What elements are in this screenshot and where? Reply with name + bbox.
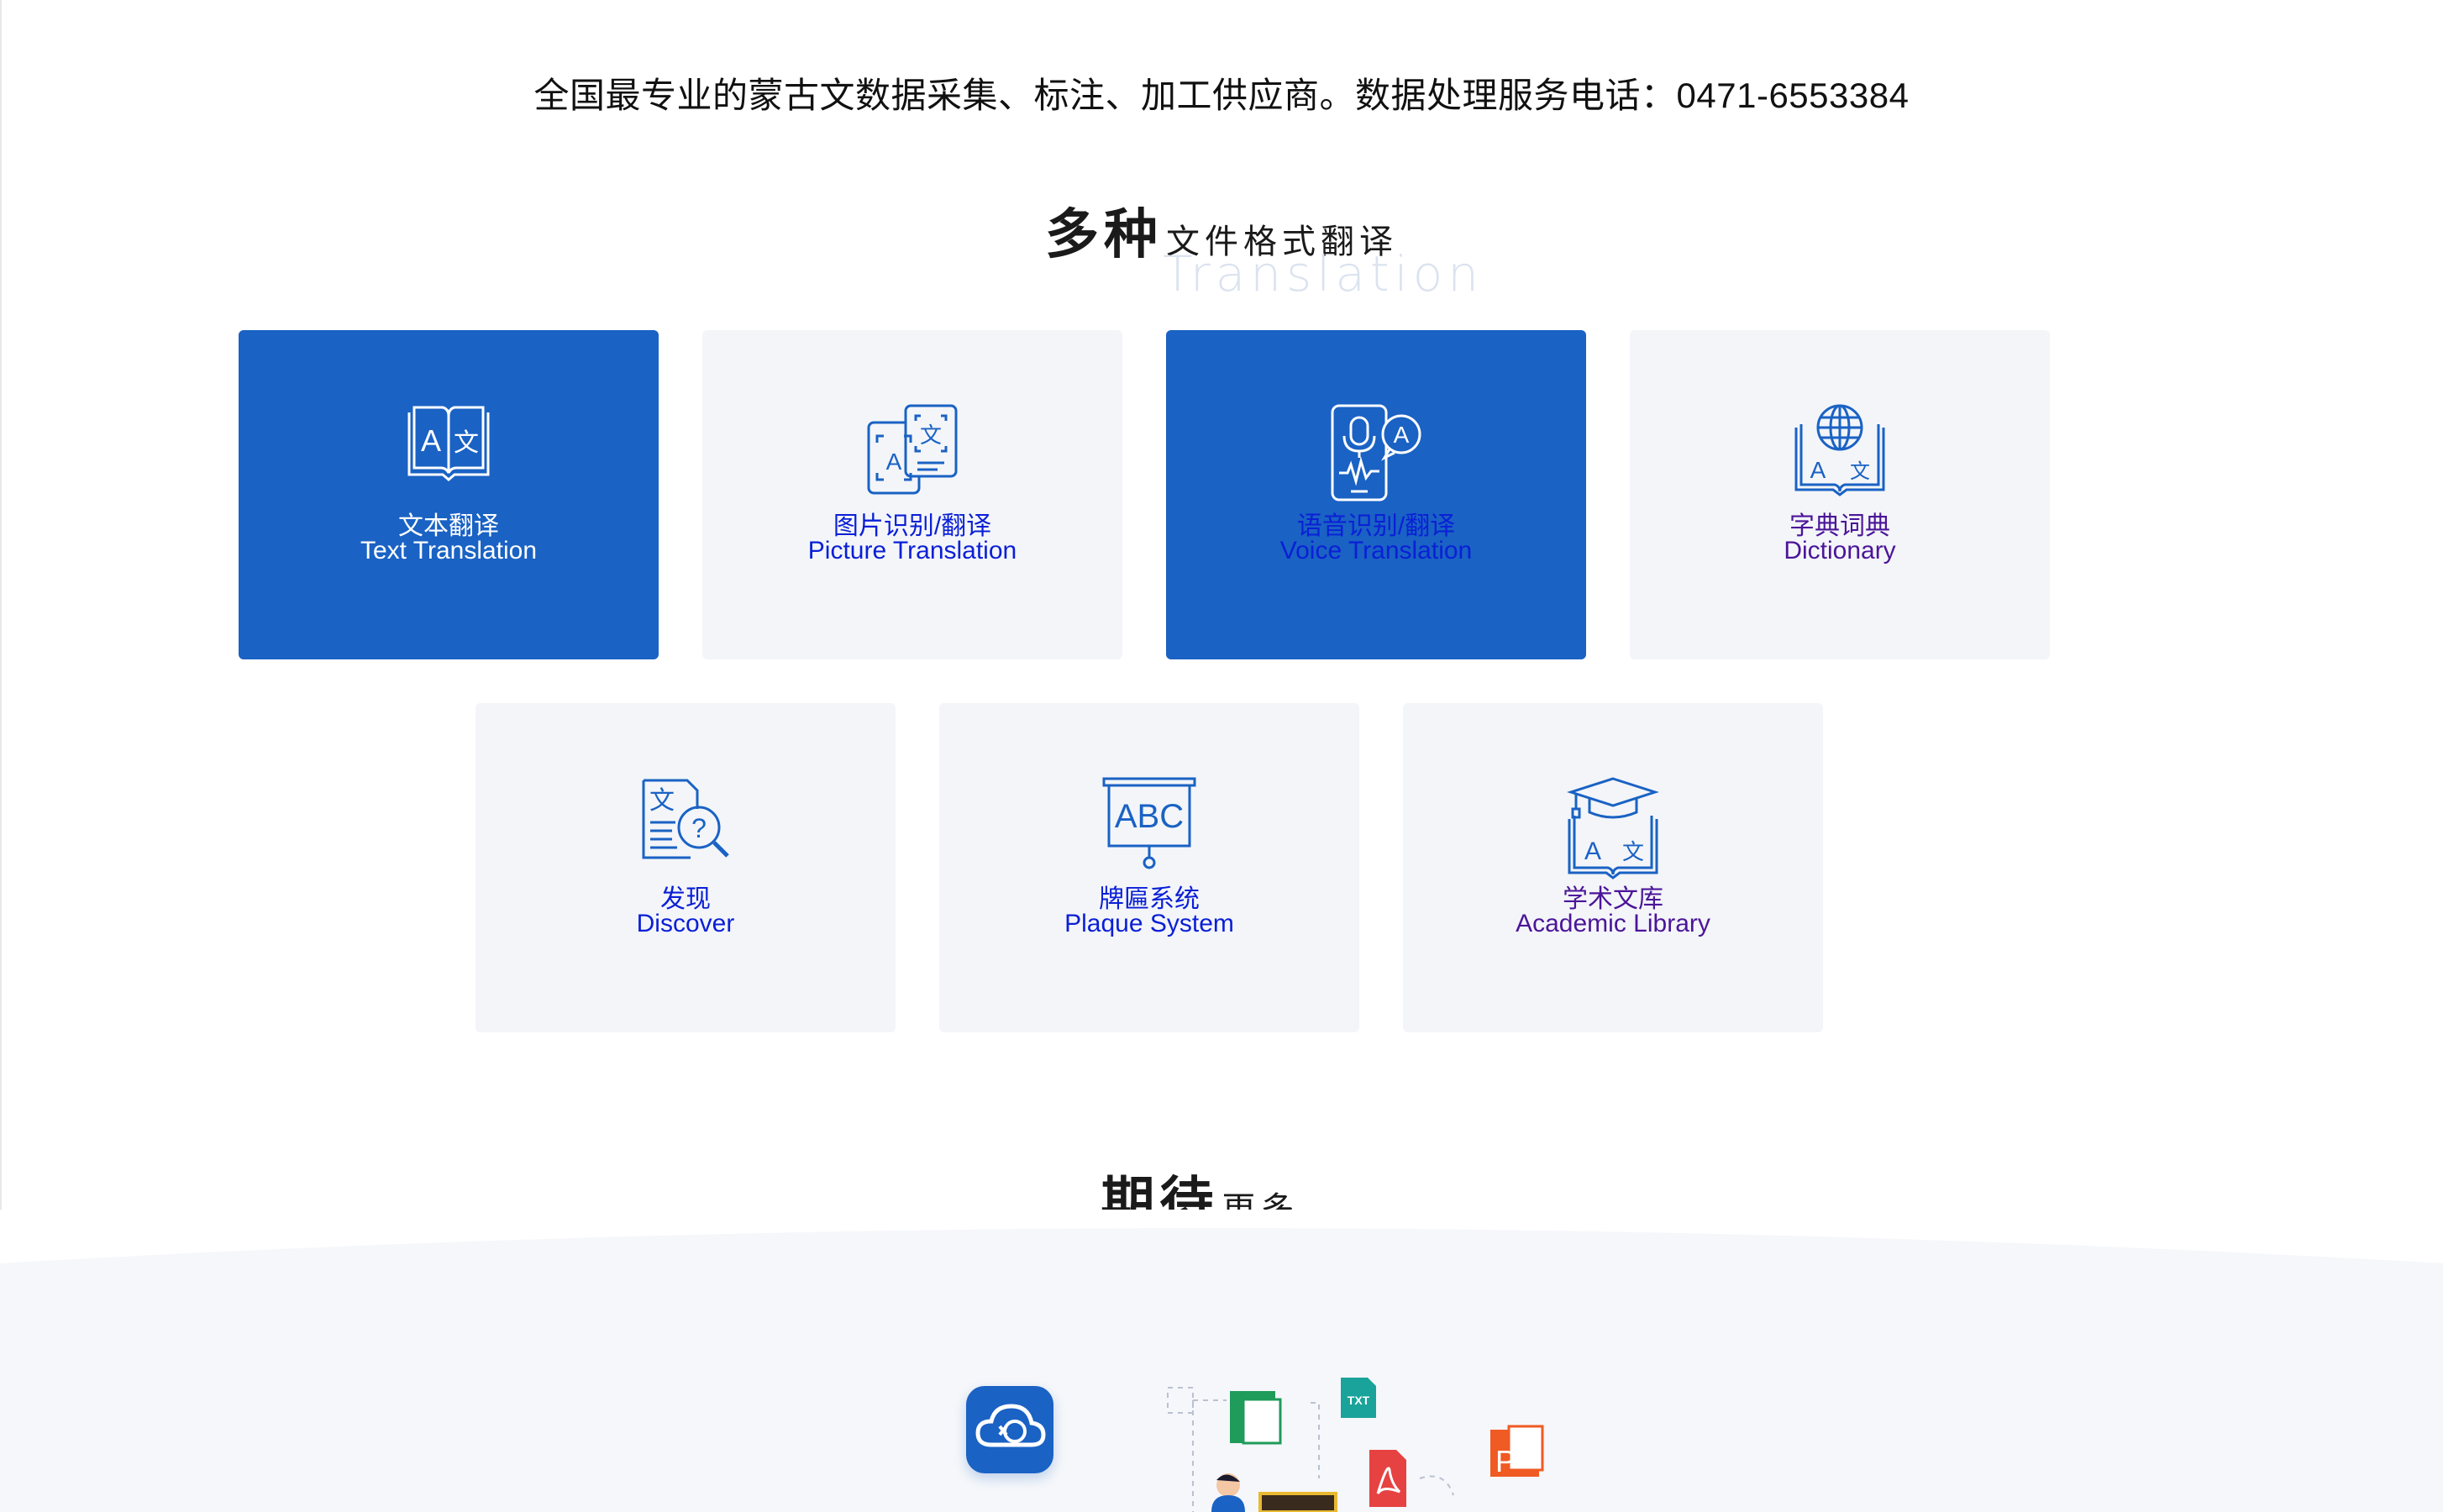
book-translate-icon: A 文: [407, 406, 490, 481]
svg-text:A: A: [1584, 837, 1601, 865]
file-flow-illustration: X TXT P: [1167, 1378, 1544, 1512]
cloud-service-icon: [966, 1386, 1053, 1473]
card-academic-library[interactable]: A 文 学术文库 Academic Library: [1403, 703, 1823, 1032]
contact-banner: 全国最专业的蒙古文数据采集、标注、加工供应商。数据处理服务电话：0471-655…: [533, 76, 1910, 115]
svg-text:X: X: [1245, 1409, 1266, 1444]
svg-text:A: A: [421, 423, 441, 458]
svg-text:A: A: [1810, 457, 1826, 483]
card-text-translation[interactable]: A 文 文本翻译 Text Translation: [239, 330, 659, 659]
card-plaque-system[interactable]: ABC 牌匾系统 Plaque System: [939, 703, 1359, 1032]
discover-icon: 文 ?: [642, 779, 729, 859]
voice-translate-icon: A: [1331, 404, 1421, 501]
card-voice-translation[interactable]: A 语音识别/翻译 Voice Translation: [1166, 330, 1586, 659]
svg-text:A: A: [1394, 422, 1410, 448]
plaque-icon: ABC: [1102, 777, 1196, 869]
ppt-icon: P: [1490, 1425, 1544, 1478]
card-title-en: Plaque System: [1064, 910, 1234, 937]
card-picture-translation[interactable]: A 文 图片识别/翻译 Picture Translation: [702, 330, 1122, 659]
svg-text:文: 文: [649, 786, 675, 816]
card-title-en: Voice Translation: [1279, 537, 1473, 564]
heading-watermark: Translation: [1163, 245, 1484, 302]
card-title-en: Discover: [636, 910, 735, 937]
academic-library-icon: A 文: [1567, 777, 1659, 879]
dictionary-icon: A 文: [1794, 404, 1885, 496]
excel-icon: X: [1230, 1391, 1282, 1445]
person-illustration: [1211, 1473, 1245, 1512]
card-title-en: Dictionary: [1784, 537, 1896, 564]
pdf-icon: [1369, 1450, 1406, 1507]
svg-text:P: P: [1495, 1444, 1516, 1478]
svg-text:TXT: TXT: [1348, 1394, 1370, 1407]
svg-text:A: A: [886, 449, 902, 475]
card-discover[interactable]: 文 ? 发现 Discover: [475, 703, 896, 1032]
svg-text:文: 文: [920, 423, 942, 449]
card-dictionary[interactable]: A 文 字典词典 Dictionary: [1630, 330, 2050, 659]
heading-emphasis: 多种: [1045, 204, 1163, 265]
footer-curve: [0, 1210, 2443, 1310]
image-translate-icon: A 文: [867, 404, 958, 495]
svg-text:ABC: ABC: [1115, 798, 1184, 835]
svg-text:文: 文: [1622, 840, 1644, 865]
card-title-en: Picture Translation: [807, 537, 1017, 564]
txt-icon: TXT: [1341, 1378, 1376, 1418]
card-title-en: Academic Library: [1516, 910, 1710, 937]
svg-text:文: 文: [1850, 459, 1870, 483]
card-title-en: Text Translation: [360, 537, 538, 564]
svg-text:?: ?: [691, 813, 707, 843]
svg-text:文: 文: [454, 428, 479, 458]
